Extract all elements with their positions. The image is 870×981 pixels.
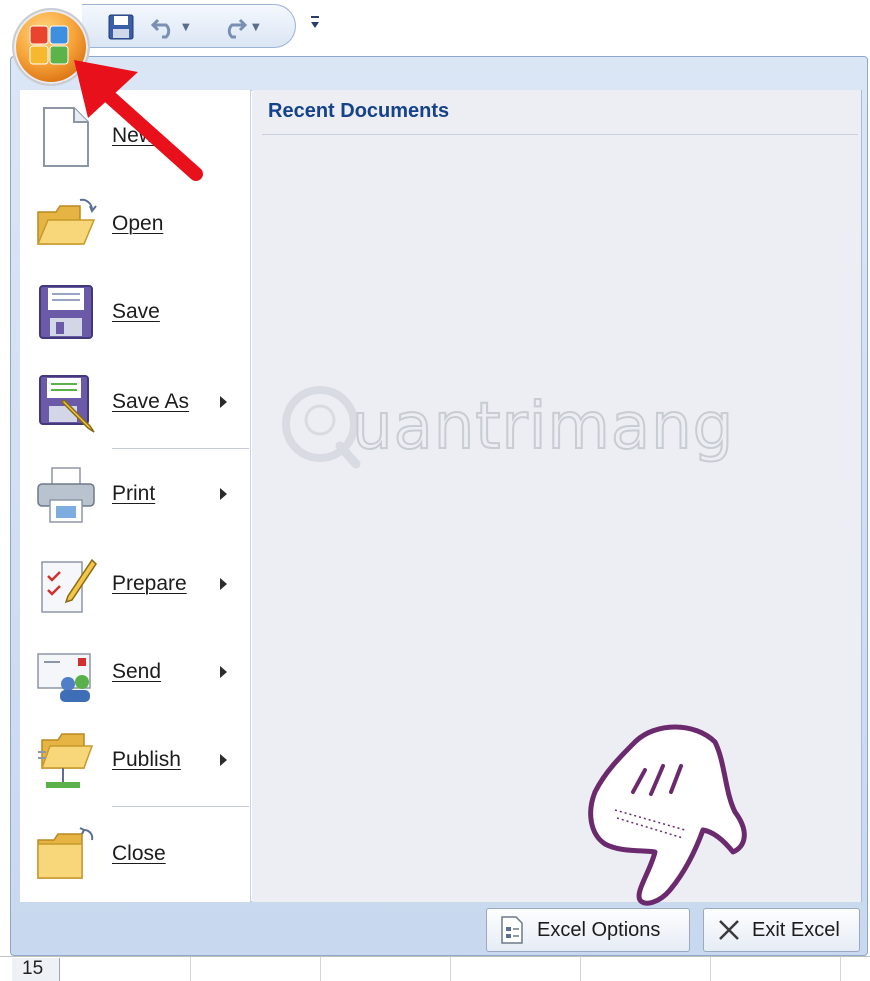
qat-save-button[interactable] [108,13,134,41]
menu-separator [112,806,249,807]
worksheet-grid [0,956,870,981]
undo-icon [150,18,171,39]
menu-item-send[interactable]: Send [22,632,248,716]
menu-item-label: Save As [112,390,190,413]
save-as-icon [39,375,95,433]
publish-icon [38,733,94,788]
menu-item-label: Save [112,300,160,323]
recent-documents-pane [252,90,861,902]
grid-line [190,957,191,981]
redo-dropdown-icon[interactable]: ▼ [252,22,260,33]
undo-dropdown-icon[interactable]: ▼ [182,22,190,33]
send-icon [37,653,91,702]
submenu-arrow-icon [220,666,227,678]
prepare-icon [41,558,97,613]
recent-documents-divider [262,134,858,135]
menu-item-save-as[interactable]: Save As [22,362,248,446]
open-folder-icon [36,198,97,245]
menu-item-close[interactable]: Close [22,814,248,898]
menu-item-label: Publish [112,748,181,771]
menu-item-label: Open [112,212,164,235]
menu-item-save[interactable]: Save [22,272,248,356]
submenu-arrow-icon [220,396,227,408]
menu-item-print[interactable]: Print [22,454,248,538]
quick-access-toolbar: ▼ ▼ [82,4,296,48]
qat-redo-button[interactable]: ▼ [220,13,260,41]
save-icon [108,14,134,40]
grid-line [580,957,581,981]
submenu-arrow-icon [220,578,227,590]
qat-customize-icon[interactable] [309,14,321,32]
menu-item-prepare[interactable]: Prepare [22,544,248,628]
exit-excel-label: Exit Excel [752,918,840,941]
close-folder-icon [37,827,94,879]
menu-item-label: Prepare [112,572,187,595]
recent-documents-title: Recent Documents [268,100,450,122]
grid-line [840,957,841,981]
menu-separator [112,448,249,449]
row-header[interactable]: 15 [12,958,60,981]
menu-item-label: Print [112,482,156,505]
save-disk-icon [39,285,93,339]
options-document-icon [501,916,523,944]
menu-item-publish[interactable]: Publish [22,720,248,804]
grid-line [450,957,451,981]
submenu-arrow-icon [220,488,227,500]
menu-item-label: Close [112,842,166,865]
watermark-text: uantrimang [351,389,735,465]
menu-item-label: Send [112,660,162,683]
menu-item-open[interactable]: Open [22,184,248,268]
grid-line [320,957,321,981]
pointing-hand-icon [588,724,747,906]
grid-line [710,957,711,981]
submenu-arrow-icon [220,754,227,766]
red-arrow-annotation-icon [74,60,203,181]
redo-icon [227,18,248,39]
printer-icon [37,467,95,523]
qat-undo-button[interactable]: ▼ [150,13,190,41]
